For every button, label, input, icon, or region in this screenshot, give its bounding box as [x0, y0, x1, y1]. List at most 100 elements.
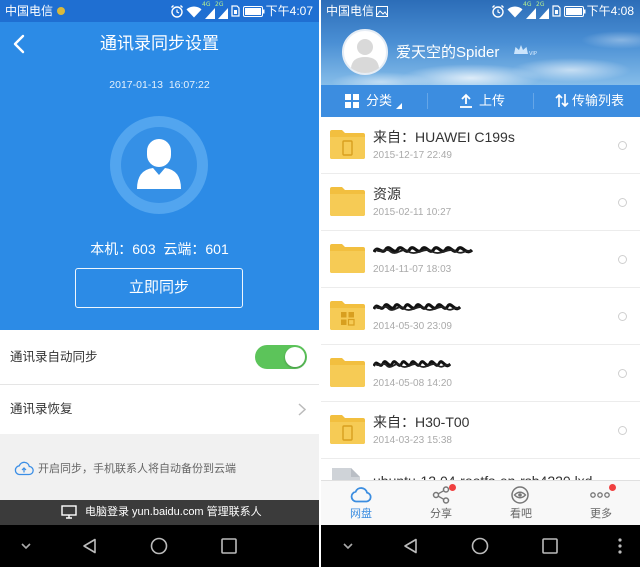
system-nav-bar — [0, 525, 319, 567]
tab-share[interactable]: 分享 — [401, 481, 481, 526]
recent-apps-icon[interactable] — [221, 538, 237, 554]
carrier-label: 中国电信 — [326, 4, 375, 18]
signal-icon — [526, 8, 536, 19]
home-circle-icon[interactable] — [471, 537, 489, 555]
alarm-icon — [170, 4, 184, 18]
upload-icon — [459, 93, 473, 108]
last-sync-time: 2017-01-13 16:07:22 — [109, 79, 210, 91]
person-icon — [136, 139, 182, 189]
back-triangle-icon[interactable] — [82, 538, 97, 554]
chevron-down-icon[interactable] — [343, 543, 353, 550]
sim-icon — [552, 5, 561, 17]
page-title: 通讯录同步设置 — [100, 34, 219, 53]
chevron-down-icon[interactable] — [21, 543, 31, 550]
monitor-icon — [61, 505, 77, 519]
pc-login-text: 电脑登录 yun.baidu.com 管理联系人 — [85, 506, 262, 518]
tab-drive[interactable]: 网盘 — [321, 481, 401, 526]
file-date: 2014-05-30 23:09 — [373, 321, 452, 332]
select-radio[interactable] — [618, 198, 627, 207]
toolbar-divider — [533, 93, 534, 109]
recent-apps-icon[interactable] — [542, 538, 558, 554]
upload-button[interactable]: 上传 — [479, 85, 505, 117]
share-icon — [432, 486, 450, 504]
avatar-inner — [121, 127, 197, 203]
restore-contacts-row[interactable]: 通讯录恢复 — [0, 385, 319, 434]
tab-watch[interactable]: 看吧 — [481, 481, 561, 526]
file-date: 2014-03-23 15:38 — [373, 435, 452, 446]
file-date: 2014-05-08 14:20 — [373, 378, 452, 389]
tab-label: 分享 — [430, 508, 452, 520]
notification-badge — [449, 484, 456, 491]
wifi-icon — [507, 5, 523, 18]
status-bar: 中国电信 4G 2G 下午4:07 — [0, 0, 319, 22]
cloud-upload-icon — [14, 461, 34, 476]
file-row[interactable]: 2014-05-08 14:20 — [321, 345, 640, 402]
file-date: 2014-11-07 18:03 — [373, 264, 452, 275]
auto-sync-toggle[interactable] — [255, 345, 307, 369]
toolbar-divider — [427, 93, 428, 109]
sim-icon — [231, 5, 240, 17]
file-date: 2015-02-11 10:27 — [373, 207, 452, 218]
avatar — [110, 116, 208, 214]
clock-label: 下午4:07 — [265, 4, 313, 18]
redacted-name-scribble — [373, 300, 461, 314]
home-circle-icon[interactable] — [150, 537, 168, 555]
sync-info-text: 开启同步，手机联系人将自动备份到云端 — [38, 463, 236, 475]
system-nav-bar — [321, 525, 640, 567]
status-bar: 中国电信 4G 2G 下午4:08 — [321, 0, 640, 22]
category-button[interactable]: 分类 — [366, 85, 392, 117]
file-row[interactable]: 来自：H30-T00 2014-03-23 15:38 — [321, 402, 640, 459]
file-name: 来自：H30-T00 — [373, 414, 470, 430]
sync-now-button[interactable]: 立即同步 — [75, 268, 243, 308]
bottom-tab-bar: 网盘 分享 看吧 更多 — [321, 480, 640, 525]
battery-icon — [564, 6, 586, 17]
file-row[interactable]: 2014-05-30 23:09 — [321, 288, 640, 345]
folder-icon — [329, 186, 366, 217]
folder-apps-icon — [329, 300, 366, 331]
notification-dot-icon — [57, 7, 65, 15]
select-radio[interactable] — [618, 369, 627, 378]
more-dots-icon — [590, 492, 610, 498]
signal-icon — [218, 8, 228, 19]
file-row[interactable]: 资源 2015-02-11 10:27 — [321, 174, 640, 231]
file-row[interactable]: 2014-11-07 18:03 — [321, 231, 640, 288]
redacted-name-scribble — [373, 357, 451, 371]
file-name: 来自：HUAWEI C199s — [373, 129, 515, 145]
wifi-icon — [186, 5, 202, 18]
auto-sync-label: 通讯录自动同步 — [10, 350, 98, 364]
select-radio[interactable] — [618, 312, 627, 321]
image-notification-icon — [376, 6, 388, 17]
cloud-icon — [350, 487, 372, 503]
file-date: 2015-12-17 22:49 — [373, 150, 452, 161]
select-radio[interactable] — [618, 141, 627, 150]
tab-label: 看吧 — [510, 508, 532, 520]
alarm-icon — [491, 4, 505, 18]
redacted-name-scribble — [373, 243, 473, 257]
tab-label: 网盘 — [350, 508, 372, 520]
vip-badge: VIP — [529, 51, 537, 57]
username: 爱天空的Spider — [396, 44, 500, 61]
transfer-list-button[interactable]: 传输列表 — [572, 85, 624, 117]
back-triangle-icon[interactable] — [403, 538, 418, 554]
signal-icon — [205, 8, 215, 19]
folder-icon — [329, 243, 366, 274]
chevron-right-icon — [298, 403, 306, 416]
folder-phone-icon — [329, 414, 366, 445]
select-radio[interactable] — [618, 255, 627, 264]
contact-counts: 本机：603 云端：601 — [90, 241, 229, 257]
signal-icon — [539, 8, 549, 19]
baidu-drive-screen: 中国电信 4G 2G 下午4:08 爱天空的Spider VIP 分类 上传 传… — [321, 0, 640, 567]
file-row[interactable]: 来自：HUAWEI C199s 2015-12-17 22:49 — [321, 117, 640, 174]
eye-icon — [511, 486, 529, 504]
select-radio[interactable] — [618, 426, 627, 435]
notification-badge — [609, 484, 616, 491]
clock-label: 下午4:08 — [586, 4, 634, 18]
user-avatar[interactable] — [342, 29, 388, 75]
tab-more[interactable]: 更多 — [561, 481, 640, 526]
folder-icon — [329, 357, 366, 388]
grid-icon — [345, 94, 359, 108]
file-name: 资源 — [373, 186, 401, 202]
folder-phone-icon — [329, 129, 366, 160]
restore-contacts-label: 通讯录恢复 — [10, 402, 73, 416]
overflow-menu-icon[interactable] — [618, 538, 622, 554]
